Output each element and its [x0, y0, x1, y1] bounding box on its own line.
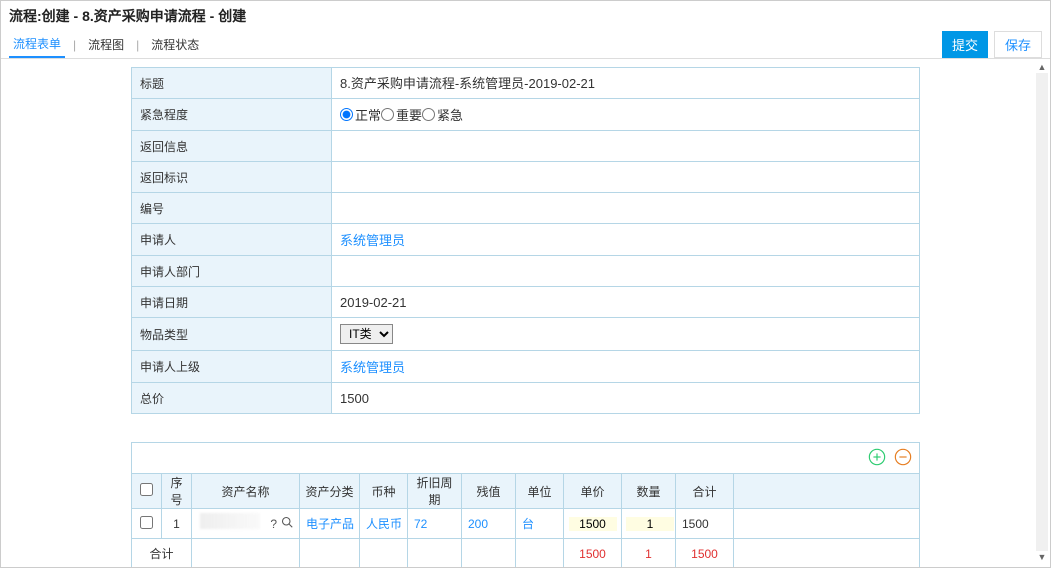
priority-important-label[interactable]: 重要 — [381, 105, 422, 124]
col-seq: 序号 — [162, 474, 192, 509]
detail-grid: 序号 资产名称 资产分类 币种 折旧周期 残值 单位 单价 数量 合计 1 ? — [131, 473, 920, 568]
col-blank — [734, 474, 920, 509]
cell-unit[interactable]: 台 — [516, 509, 564, 539]
item-type-select[interactable]: IT类 — [340, 324, 393, 344]
title-input[interactable] — [340, 75, 911, 90]
grid-check-all[interactable] — [140, 483, 153, 496]
cell-dep-cycle[interactable]: 72 — [408, 509, 462, 539]
col-asset-name: 资产名称 — [192, 474, 300, 509]
priority-urgent-radio[interactable] — [422, 108, 435, 121]
col-currency: 币种 — [360, 474, 408, 509]
row-checkbox[interactable] — [140, 516, 153, 529]
label-priority: 紧急程度 — [132, 99, 332, 131]
tab-separator: | — [128, 38, 147, 52]
totals-label: 合计 — [132, 539, 192, 568]
remove-row-button[interactable] — [893, 447, 913, 467]
submit-button[interactable]: 提交 — [942, 31, 988, 58]
value-requester[interactable]: 系统管理员 — [332, 224, 920, 256]
col-asset-cat: 资产分类 — [300, 474, 360, 509]
search-icon[interactable] — [281, 516, 293, 531]
value-req-dept — [332, 256, 920, 287]
label-return-flag: 返回标识 — [132, 162, 332, 193]
label-serial: 编号 — [132, 193, 332, 224]
label-item-type: 物品类型 — [132, 318, 332, 351]
value-serial — [332, 193, 920, 224]
add-row-button[interactable] — [867, 447, 887, 467]
scroll-up-icon[interactable]: ▲ — [1038, 61, 1047, 73]
label-requester: 申请人 — [132, 224, 332, 256]
tab-bar: 流程表单 | 流程图 | 流程状态 — [1, 31, 1050, 59]
cell-residual[interactable]: 200 — [462, 509, 516, 539]
label-return-info: 返回信息 — [132, 131, 332, 162]
label-req-date: 申请日期 — [132, 287, 332, 318]
action-bar: 提交 保存 — [942, 31, 1042, 58]
cell-blank — [734, 509, 920, 539]
label-total-price: 总价 — [132, 383, 332, 414]
cell-currency[interactable]: 人民币 — [360, 509, 408, 539]
asset-name-placeholder: ? — [270, 517, 277, 531]
col-dep-cycle: 折旧周期 — [408, 474, 462, 509]
priority-radio-group: 正常 重要 紧急 — [340, 105, 911, 124]
price-input[interactable] — [569, 517, 617, 531]
totals-qty: 1 — [622, 539, 676, 568]
label-req-dept: 申请人部门 — [132, 256, 332, 287]
col-qty: 数量 — [622, 474, 676, 509]
tab-flowchart[interactable]: 流程图 — [84, 32, 128, 57]
cell-total: 1500 — [676, 509, 734, 539]
priority-urgent-label[interactable]: 紧急 — [422, 105, 463, 124]
col-total: 合计 — [676, 474, 734, 509]
grid-totals-row: 合计 1500 1 1500 — [132, 539, 920, 568]
priority-normal-label[interactable]: 正常 — [340, 105, 381, 124]
plus-icon — [868, 448, 886, 466]
grid-row: 1 ? 电子产品 人民币 72 200 台 1500 — [132, 509, 920, 539]
col-price: 单价 — [564, 474, 622, 509]
app-window: 流程:创建 - 8.资产采购申请流程 - 创建 流程表单 | 流程图 | 流程状… — [0, 0, 1051, 568]
value-return-info — [332, 131, 920, 162]
value-return-flag — [332, 162, 920, 193]
vertical-scrollbar[interactable]: ▲ ▼ — [1036, 61, 1048, 563]
save-button[interactable]: 保存 — [994, 31, 1042, 58]
value-req-supervisor[interactable]: 系统管理员 — [332, 351, 920, 383]
grid-toolbar — [131, 442, 920, 473]
label-req-supervisor: 申请人上级 — [132, 351, 332, 383]
scrollbar-track[interactable] — [1036, 73, 1048, 551]
totals-total: 1500 — [676, 539, 734, 568]
form-table: 标题 紧急程度 正常 重要 紧急 返回信息 返回标识 — [131, 67, 920, 414]
grid-header-row: 序号 资产名称 资产分类 币种 折旧周期 残值 单位 单价 数量 合计 — [132, 474, 920, 509]
col-unit: 单位 — [516, 474, 564, 509]
value-total-price: 1500 — [332, 383, 920, 414]
tab-separator: | — [65, 38, 84, 52]
minus-icon — [894, 448, 912, 466]
priority-normal-radio[interactable] — [340, 108, 353, 121]
label-title: 标题 — [132, 68, 332, 99]
col-residual: 残值 — [462, 474, 516, 509]
scroll-down-icon[interactable]: ▼ — [1038, 551, 1047, 563]
value-req-date: 2019-02-21 — [332, 287, 920, 318]
cell-seq: 1 — [162, 509, 192, 539]
cell-asset-name[interactable]: ? — [192, 509, 300, 539]
grid-container: 序号 资产名称 资产分类 币种 折旧周期 残值 单位 单价 数量 合计 1 ? — [1, 442, 1050, 568]
tab-status[interactable]: 流程状态 — [147, 32, 203, 57]
form-area: 标题 紧急程度 正常 重要 紧急 返回信息 返回标识 — [1, 59, 1050, 424]
window-title: 流程:创建 - 8.资产采购申请流程 - 创建 — [1, 1, 1050, 31]
priority-important-radio[interactable] — [381, 108, 394, 121]
tab-form[interactable]: 流程表单 — [9, 31, 65, 58]
totals-price: 1500 — [564, 539, 622, 568]
qty-input[interactable] — [626, 517, 674, 531]
asset-name-blur — [200, 513, 260, 529]
cell-asset-cat[interactable]: 电子产品 — [300, 509, 360, 539]
